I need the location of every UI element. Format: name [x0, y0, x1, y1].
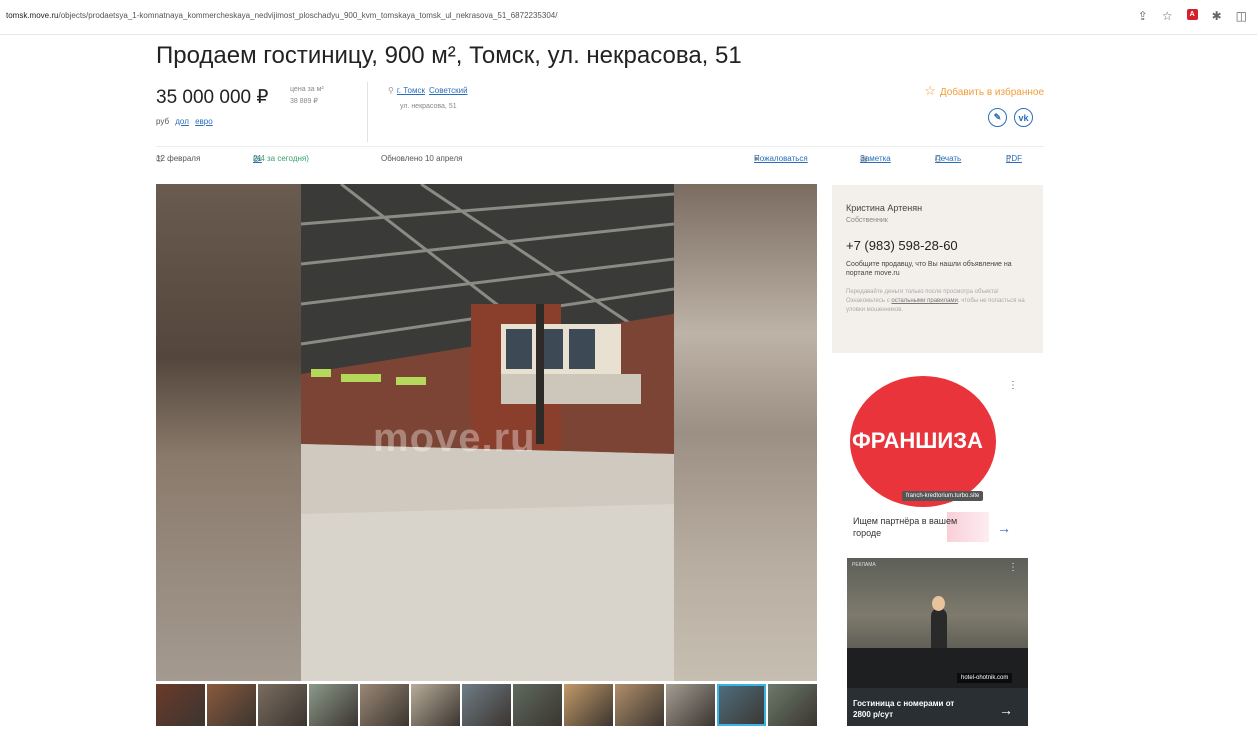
url-field[interactable]: tomsk.move.ru/objects/prodaetsya_1-komna… [6, 11, 557, 20]
thumbnail[interactable] [513, 684, 562, 726]
photo-blur-left [156, 184, 301, 681]
ad-text: Гостиница с номерами от 2800 р/сут [853, 699, 955, 719]
ad-label: РЕКЛАМА [853, 379, 877, 385]
ad-text: Ищем партнёра в вашем городе [853, 516, 958, 538]
more-options-icon[interactable]: ⋮ [1008, 562, 1018, 573]
ad-hotel-person [931, 608, 947, 648]
currency-usd-link[interactable]: дол [175, 117, 189, 126]
updated-date: Обновлено 10 апреля [381, 154, 463, 163]
thumbnail[interactable] [258, 684, 307, 726]
ad-label: РЕКЛАМА [852, 562, 876, 568]
price-per-m2-label: цена за м² [290, 86, 324, 93]
arrow-right-icon[interactable]: → [999, 702, 1013, 718]
thumbnail[interactable] [615, 684, 664, 726]
location: ⚲ г. Томск Советский [388, 86, 472, 95]
add-to-favorites-button[interactable]: ☆ Добавить в избранное [924, 83, 1044, 99]
ad-hotel-person-head [932, 596, 945, 611]
thumbnail[interactable] [564, 684, 613, 726]
arrow-right-icon[interactable]: → [997, 520, 1011, 536]
map-pin-icon: ⚲ [388, 86, 394, 95]
share-buttons: ✎ vk [988, 108, 1033, 127]
sidebar-icon[interactable]: ◫ [1236, 9, 1247, 23]
more-options-icon[interactable]: ⋮ [1008, 380, 1018, 391]
thumbnail[interactable] [207, 684, 256, 726]
favorite-label: Добавить в избранное [939, 87, 1044, 98]
ad-headline: ФРАНШИЗА [852, 428, 983, 453]
currency-switcher: руб дол евро [156, 117, 213, 126]
safety-warning: Передавайте деньги только после просмотр… [846, 289, 1025, 313]
listing-meta: ◷ 12 февраля ◎ 21 (+4 за сегодня) Обновлен… [156, 154, 1022, 163]
vk-icon[interactable]: vk [1014, 108, 1033, 127]
thumbnail[interactable] [666, 684, 715, 726]
pdf-extension-icon[interactable]: A [1186, 9, 1198, 20]
currency-rub: руб [156, 117, 170, 126]
divider [367, 82, 368, 142]
thumbnail[interactable] [156, 684, 205, 726]
city-link[interactable]: г. Томск [397, 86, 425, 95]
seller-name: Кристина Артенян [846, 203, 923, 213]
edit-share-icon[interactable]: ✎ [988, 108, 1007, 127]
street-address: ул. некрасова, 51 [400, 103, 457, 110]
bookmark-star-icon[interactable]: ☆ [1162, 9, 1173, 23]
seller-note: Сообщите продавцу, что Вы нашли объявлен… [846, 261, 1012, 277]
price: 35 000 000 ₽ [156, 87, 269, 108]
page-title: Продаем гостиницу, 900 м², Томск, ул. не… [156, 42, 742, 69]
star-icon: ☆ [924, 83, 936, 98]
photo-gallery[interactable]: move.ru [156, 184, 817, 681]
thumbnail[interactable] [768, 684, 817, 726]
views-today: (+4 за сегодня) [253, 154, 309, 163]
seller-phone[interactable]: +7 (983) 598-28-60 [846, 238, 958, 253]
district-link[interactable]: Советский [429, 86, 468, 95]
thumbnail[interactable] [462, 684, 511, 726]
share-icon[interactable]: ⇪ [1138, 9, 1148, 23]
thumbnail[interactable] [411, 684, 460, 726]
ad-hotel[interactable]: РЕКЛАМА ⋮ hotel-ohotnik.com Гостиница с … [847, 558, 1028, 726]
seller-role: Собственник [846, 217, 888, 224]
divider [156, 146, 1044, 147]
url-path: /objects/prodaetsya_1-komnatnaya_kommerc… [58, 11, 558, 20]
seller-card: Кристина Артенян Собственник +7 (983) 59… [832, 185, 1043, 353]
thumbnail[interactable] [309, 684, 358, 726]
thumbnail[interactable] [717, 684, 766, 726]
thumbnail-strip [156, 684, 817, 726]
browser-address-bar[interactable]: tomsk.move.ru/objects/prodaetsya_1-komna… [0, 0, 1257, 35]
currency-eur-link[interactable]: евро [195, 117, 213, 126]
rules-link[interactable]: остальными правилами [891, 298, 958, 304]
ad-domain[interactable]: hotel-ohotnik.com [957, 673, 1013, 683]
ad-domain[interactable]: franch-kredtorium.turbo.site [902, 491, 984, 501]
browser-toolbar: ⇪ ☆ A ✱ ◫ [1138, 9, 1247, 23]
watermark-logo: move.ru [373, 416, 536, 460]
photo-blur-right [674, 184, 817, 681]
price-per-m2-value: 38 889 ₽ [290, 98, 318, 105]
ad-franchise[interactable]: РЕКЛАМА ФРАНШИЗА franch-kredtorium.turbo… [847, 374, 1028, 550]
extensions-icon[interactable]: ✱ [1212, 9, 1222, 23]
thumbnail[interactable] [360, 684, 409, 726]
url-host: tomsk.move.ru [6, 11, 59, 20]
